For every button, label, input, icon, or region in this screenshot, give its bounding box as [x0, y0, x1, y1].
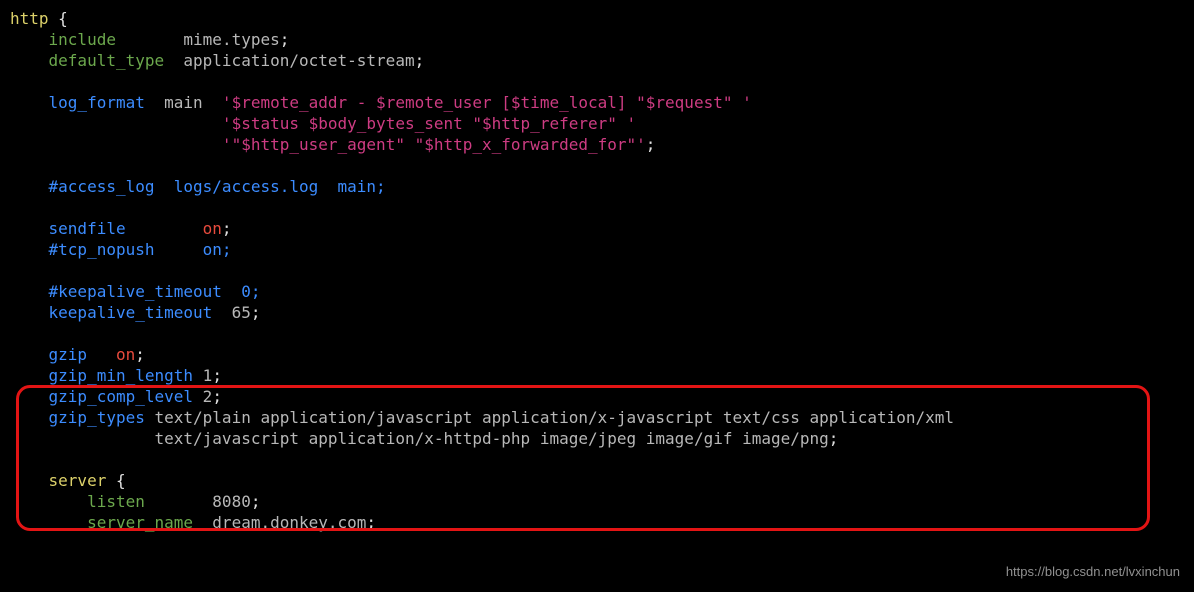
value-65: 65 — [232, 303, 251, 322]
value-octet: application/octet-stream — [183, 51, 414, 70]
value-domain: dream.donkey.com — [212, 513, 366, 532]
quote: ' — [222, 93, 232, 112]
log-main: main — [145, 93, 222, 112]
semicolon: ; — [212, 387, 222, 406]
pad — [193, 366, 203, 385]
semicolon: ; — [135, 345, 145, 364]
log-string-3b: "$http_x_forwarded_for" — [415, 135, 637, 154]
pad — [116, 30, 183, 49]
indent — [10, 492, 87, 511]
gzip-types-line2: text/javascript application/x-httpd-php … — [155, 429, 829, 448]
pad — [87, 345, 116, 364]
pad — [145, 408, 155, 427]
comment-tcp-nopush: #tcp_nopush on; — [49, 240, 232, 259]
watermark-text: https://blog.csdn.net/lvxinchun — [1006, 561, 1180, 582]
directive-gzip-types: gzip_types — [49, 408, 145, 427]
directive-server-name: server_name — [87, 513, 193, 532]
quote: ' — [627, 114, 637, 133]
directive-gzip-comp-level: gzip_comp_level — [49, 387, 194, 406]
log-string-1: $remote_addr - $remote_user [$time_local… — [232, 93, 743, 112]
value-on: on — [116, 345, 135, 364]
quote: ' — [222, 135, 232, 154]
indent — [10, 429, 155, 448]
pad — [193, 513, 212, 532]
pad — [164, 51, 183, 70]
indent — [10, 513, 87, 532]
semicolon: ; — [829, 429, 839, 448]
value-8080: 8080 — [212, 492, 251, 511]
quote: ' — [636, 135, 646, 154]
indent — [10, 93, 49, 112]
indent — [10, 219, 49, 238]
value-2: 2 — [203, 387, 213, 406]
indent — [10, 30, 49, 49]
indent — [10, 408, 49, 427]
pad — [145, 492, 212, 511]
indent — [10, 345, 49, 364]
log-string-2: $status $body_bytes_sent "$http_referer" — [232, 114, 627, 133]
semicolon: ; — [222, 219, 232, 238]
directive-include: include — [49, 30, 116, 49]
indent — [10, 366, 49, 385]
pad — [126, 219, 203, 238]
semicolon: ; — [212, 366, 222, 385]
semicolon: ; — [646, 135, 656, 154]
quote: ' — [222, 114, 232, 133]
directive-default-type: default_type — [49, 51, 165, 70]
pad — [193, 387, 203, 406]
quote: ' — [742, 93, 752, 112]
indent — [10, 135, 222, 154]
semicolon: ; — [251, 303, 261, 322]
keyword-server: server — [49, 471, 107, 490]
semicolon: ; — [251, 492, 261, 511]
indent — [10, 471, 49, 490]
indent — [10, 51, 49, 70]
indent — [10, 177, 49, 196]
comment-keepalive: #keepalive_timeout 0; — [49, 282, 261, 301]
semicolon: ; — [415, 51, 425, 70]
pad — [212, 303, 231, 322]
value-mime: mime.types — [183, 30, 279, 49]
directive-sendfile: sendfile — [49, 219, 126, 238]
code-block: http { include mime.types; default_type … — [0, 0, 1194, 592]
indent — [10, 303, 49, 322]
semicolon: ; — [280, 30, 290, 49]
semicolon: ; — [366, 513, 376, 532]
indent — [10, 282, 49, 301]
indent — [10, 114, 222, 133]
directive-gzip: gzip — [49, 345, 88, 364]
indent — [10, 387, 49, 406]
brace-open: { — [106, 471, 125, 490]
brace-open: { — [49, 9, 68, 28]
gzip-types-line1: text/plain application/javascript applic… — [155, 408, 955, 427]
directive-listen: listen — [87, 492, 145, 511]
value-on: on — [203, 219, 222, 238]
directive-keepalive: keepalive_timeout — [49, 303, 213, 322]
nginx-config: http { include mime.types; default_type … — [2, 6, 1192, 541]
value-1: 1 — [203, 366, 213, 385]
indent — [10, 240, 49, 259]
keyword-http: http — [10, 9, 49, 28]
directive-gzip-min-length: gzip_min_length — [49, 366, 194, 385]
log-string-3a: "$http_user_agent" — [232, 135, 415, 154]
comment-access-log: #access_log logs/access.log main; — [49, 177, 386, 196]
directive-log-format: log_format — [49, 93, 145, 112]
